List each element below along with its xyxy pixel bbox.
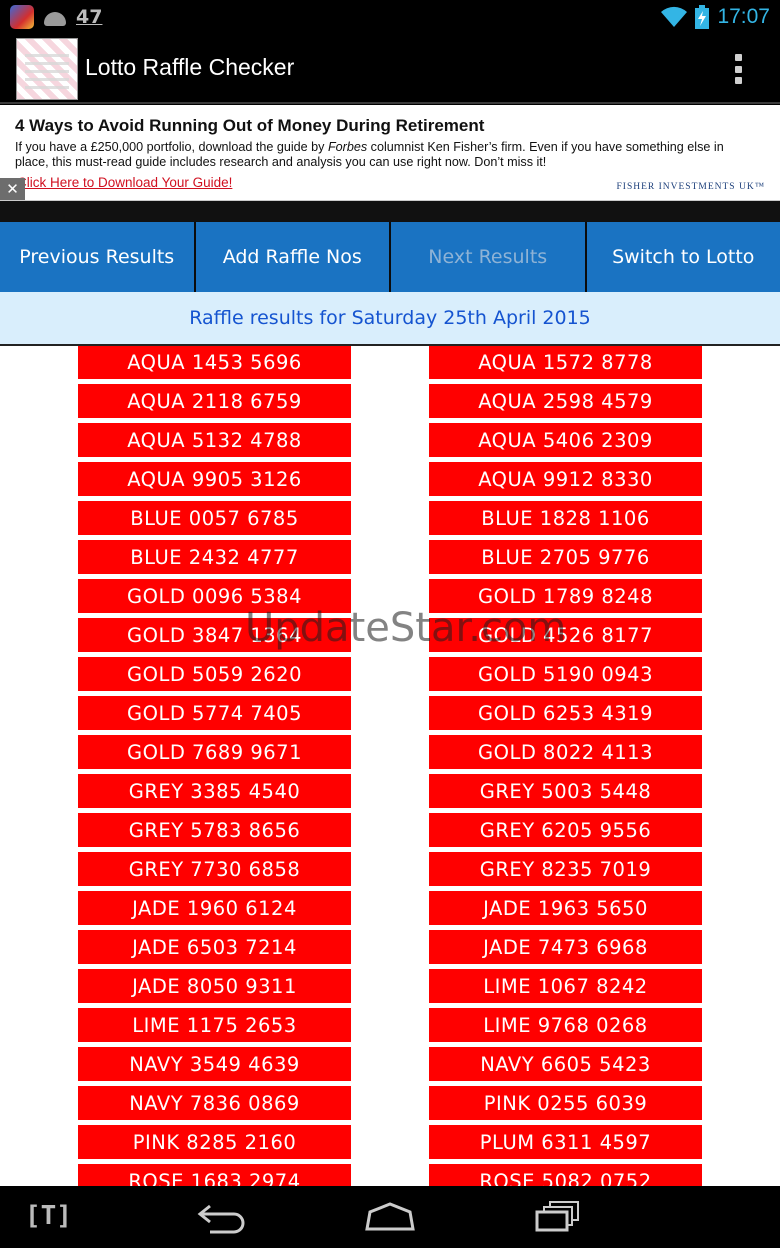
raffle-number-item[interactable]: GOLD 8022 4113	[429, 735, 702, 769]
ad-close-icon[interactable]: ✕	[0, 178, 25, 200]
raffle-number-item[interactable]: PLUM 6311 4597	[429, 1125, 702, 1159]
results-column-left: AQUA 1453 5696 AQUA 2118 6759 AQUA 5132 47…	[78, 346, 351, 1186]
ad-banner[interactable]: 4 Ways to Avoid Running Out of Money Dur…	[0, 105, 780, 201]
raffle-number-item[interactable]: GREY 7730 6858	[78, 852, 351, 886]
tray-app-label: [T]	[25, 1201, 72, 1230]
raffle-number-item[interactable]: PINK 8285 2160	[78, 1125, 351, 1159]
raffle-number-item[interactable]: JADE 1960 6124	[78, 891, 351, 925]
app-title: Lotto Raffle Checker	[85, 54, 295, 80]
raffle-number-item[interactable]: LIME 1067 8242	[429, 969, 702, 1003]
raffle-number-item[interactable]: JADE 7473 6968	[429, 930, 702, 964]
wifi-icon	[661, 6, 688, 27]
raffle-number-item[interactable]: GREY 5003 5448	[429, 774, 702, 808]
ad-body-text: If you have a £250,000 portfolio, downlo…	[15, 140, 328, 154]
switch-to-lotto-button[interactable]: Switch to Lotto	[586, 222, 780, 292]
ad-headline[interactable]: 4 Ways to Avoid Running Out of Money Dur…	[15, 116, 484, 136]
ad-download-link[interactable]: Click Here to Download Your Guide!	[17, 175, 232, 190]
raffle-number-item[interactable]: BLUE 1828 1106	[429, 501, 702, 535]
raffle-number-item[interactable]: NAVY 7836 0869	[78, 1086, 351, 1120]
raffle-number-item[interactable]: GOLD 3847 1364	[78, 618, 351, 652]
raffle-number-item[interactable]: GOLD 4526 8177	[429, 618, 702, 652]
android-icon	[42, 8, 68, 26]
recents-icon[interactable]	[534, 1200, 582, 1234]
raffle-number-item[interactable]: AQUA 2118 6759	[78, 384, 351, 418]
raffle-number-item[interactable]: GOLD 7689 9671	[78, 735, 351, 769]
raffle-number-item[interactable]: ROSE 1683 2974	[78, 1164, 351, 1186]
system-status: 17:07	[661, 4, 770, 30]
raffle-number-item[interactable]: AQUA 1453 5696	[78, 346, 351, 379]
raffle-number-item[interactable]: NAVY 3549 4639	[78, 1047, 351, 1081]
battery-charging-icon	[695, 5, 710, 29]
raffle-number-item[interactable]: AQUA 1572 8778	[429, 346, 702, 379]
raffle-number-item[interactable]: BLUE 2705 9776	[429, 540, 702, 574]
action-bar-divider	[0, 102, 780, 104]
raffle-number-item[interactable]: PINK 0255 6039	[429, 1086, 702, 1120]
raffle-number-item[interactable]: NAVY 6605 5423	[429, 1047, 702, 1081]
raffle-number-item[interactable]: GOLD 5774 7405	[78, 696, 351, 730]
raffle-number-item[interactable]: BLUE 2432 4777	[78, 540, 351, 574]
system-navigation-bar: [T]	[0, 1186, 780, 1248]
raffle-number-item[interactable]: LIME 9768 0268	[429, 1008, 702, 1042]
previous-results-button[interactable]: Previous Results	[0, 222, 194, 292]
ad-body-emphasis: Forbes	[327, 140, 368, 154]
raffle-number-item[interactable]: AQUA 5406 2309	[429, 423, 702, 457]
action-bar: Lotto Raffle Checker	[0, 34, 780, 104]
overflow-menu-icon[interactable]	[732, 54, 744, 84]
ad-body: If you have a £250,000 portfolio, downlo…	[15, 140, 760, 170]
app-notification-icon	[10, 5, 34, 29]
raffle-number-item[interactable]: AQUA 5132 4788	[78, 423, 351, 457]
raffle-number-item[interactable]: GOLD 5059 2620	[78, 657, 351, 691]
home-icon[interactable]	[364, 1202, 416, 1232]
add-raffle-nos-button[interactable]: Add Raffle Nos	[195, 222, 389, 292]
raffle-number-item[interactable]: AQUA 9912 8330	[429, 462, 702, 496]
raffle-number-item[interactable]: GREY 3385 4540	[78, 774, 351, 808]
raffle-number-item[interactable]: GOLD 0096 5384	[78, 579, 351, 613]
raffle-number-item[interactable]: LIME 1175 2653	[78, 1008, 351, 1042]
raffle-number-item[interactable]: ROSE 5082 0752	[429, 1164, 702, 1186]
raffle-number-item[interactable]: GREY 8235 7019	[429, 852, 702, 886]
results-date-label: Raffle results for Saturday 25th April 2…	[0, 292, 780, 346]
raffle-number-item[interactable]: JADE 8050 9311	[78, 969, 351, 1003]
ad-brand: FISHER INVESTMENTS UK™	[616, 182, 765, 192]
raffle-number-item[interactable]: JADE 1963 5650	[429, 891, 702, 925]
results-column-right: AQUA 1572 8778 AQUA 2598 4579 AQUA 5406 23…	[429, 346, 702, 1186]
raffle-number-item[interactable]: GOLD 6253 4319	[429, 696, 702, 730]
raffle-number-item[interactable]: GREY 5783 8656	[78, 813, 351, 847]
raffle-number-item[interactable]: BLUE 0057 6785	[78, 501, 351, 535]
app-logo-icon[interactable]	[16, 38, 78, 100]
status-bar: 47 17:07	[0, 0, 780, 34]
tray-app-icon[interactable]: [T]	[25, 1200, 83, 1230]
raffle-number-item[interactable]: GOLD 5190 0943	[429, 657, 702, 691]
clock: 17:07	[717, 5, 770, 28]
raffle-number-item[interactable]: GREY 6205 9556	[429, 813, 702, 847]
next-results-button[interactable]: Next Results	[391, 222, 585, 292]
results-navigation: Previous Results Add Raffle Nos Next Res…	[0, 222, 780, 292]
raffle-number-item[interactable]: AQUA 9905 3126	[78, 462, 351, 496]
raffle-number-item[interactable]: GOLD 1789 8248	[429, 579, 702, 613]
notification-count: 47	[76, 6, 103, 28]
notification-area: 47	[10, 4, 102, 30]
raffle-number-item[interactable]: JADE 6503 7214	[78, 930, 351, 964]
raffle-number-item[interactable]: AQUA 2598 4579	[429, 384, 702, 418]
raffle-results-list[interactable]: AQUA 1453 5696 AQUA 2118 6759 AQUA 5132 47…	[0, 346, 780, 1186]
spacer	[0, 201, 780, 222]
back-icon[interactable]	[196, 1200, 252, 1234]
